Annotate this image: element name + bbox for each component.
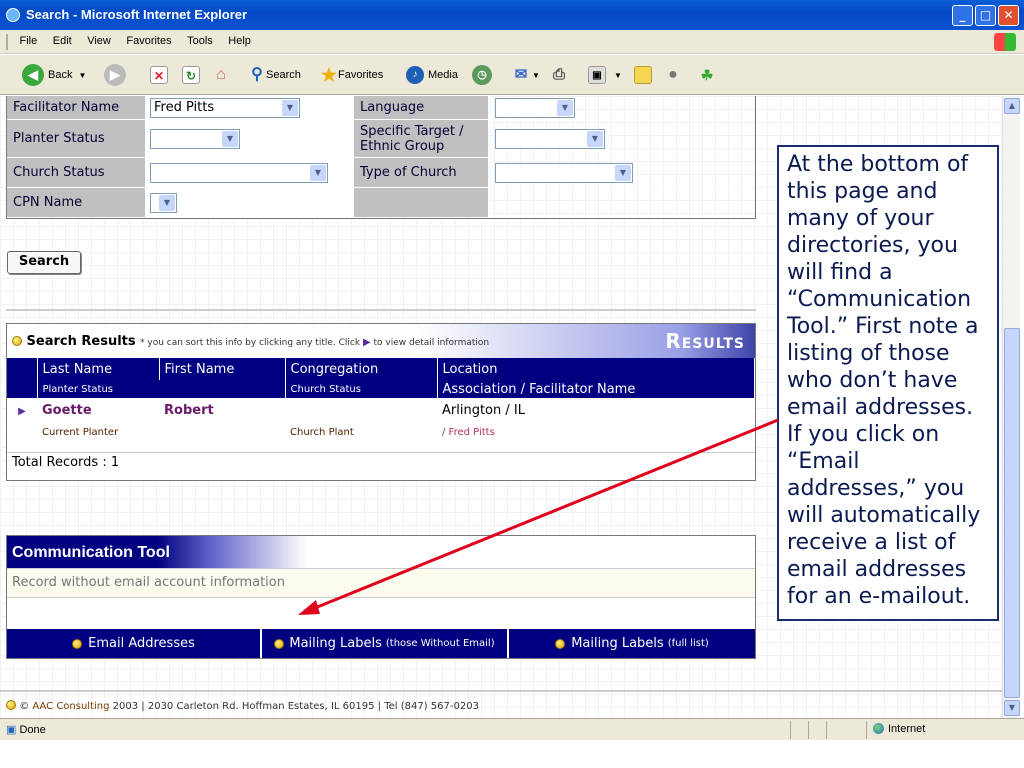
status-done: ▣ Done [6, 723, 46, 736]
globe-icon [873, 723, 884, 734]
status-separator [826, 721, 827, 739]
status-separator [866, 721, 867, 739]
zone-label: Internet [888, 723, 926, 735]
pointer-arrow [298, 418, 779, 615]
arrow-shaft [309, 418, 779, 612]
security-zone: Internet [873, 723, 925, 735]
page-icon: ▣ [6, 724, 17, 736]
status-separator [790, 721, 791, 739]
arrow-head [298, 600, 320, 615]
status-separator [808, 721, 809, 739]
status-bar: ▣ Done Internet [0, 718, 1024, 740]
bottom-edge [0, 740, 1024, 768]
status-text: Done [19, 724, 46, 736]
